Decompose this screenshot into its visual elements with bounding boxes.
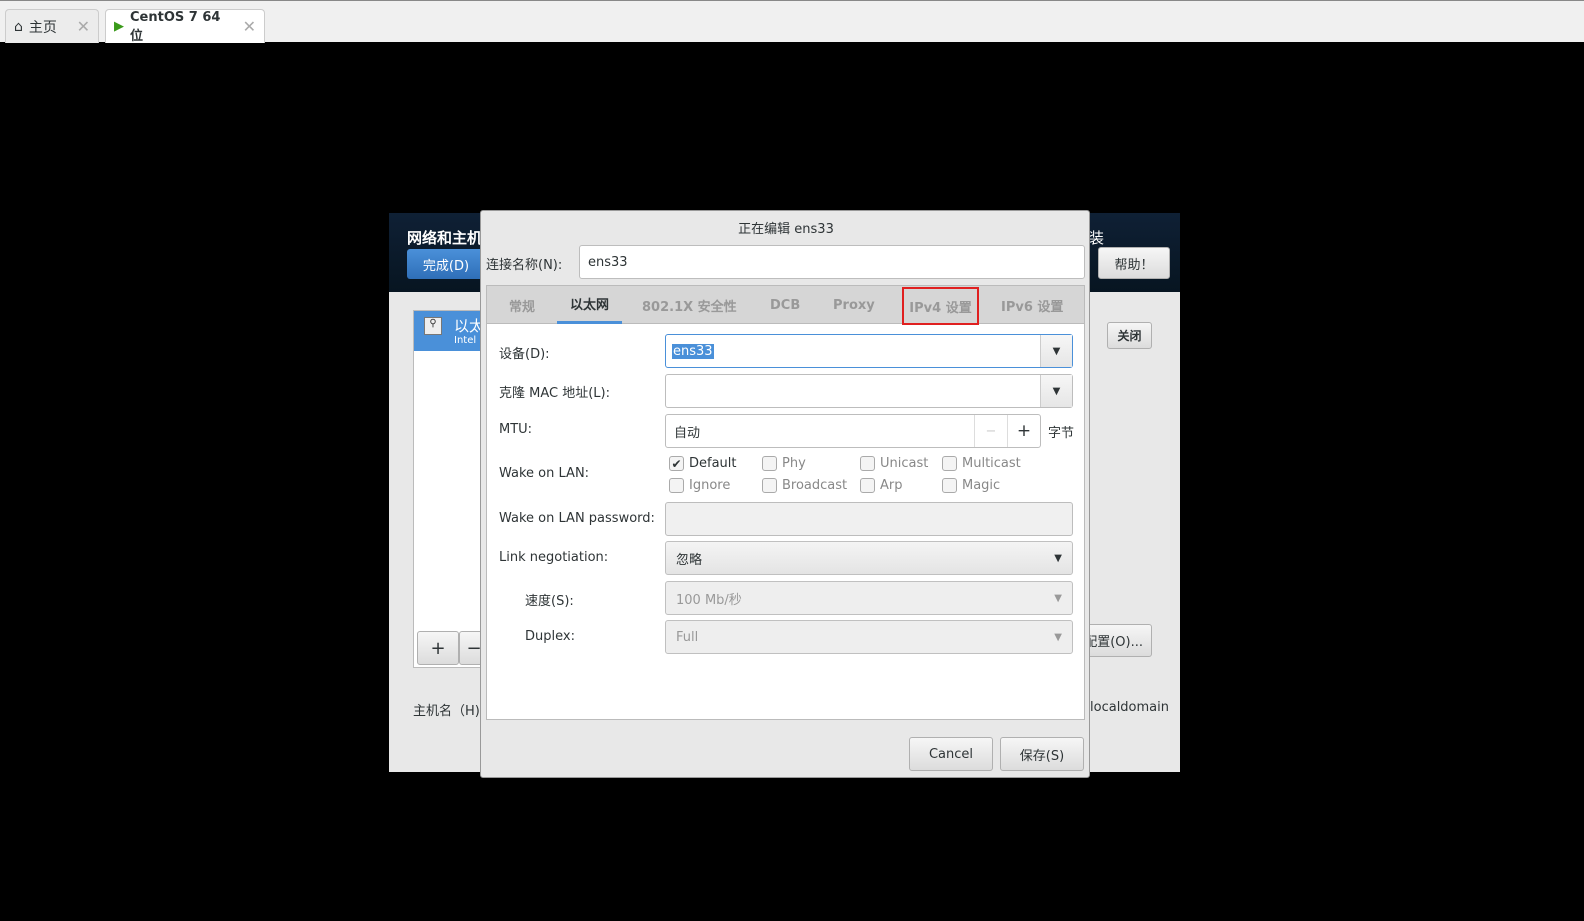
speed-dropdown[interactable]: 100 Mb/秒 ▼ bbox=[665, 581, 1073, 615]
close-icon[interactable]: ✕ bbox=[77, 17, 90, 36]
vm-icon: ▶ bbox=[114, 19, 124, 34]
add-device-button[interactable]: + bbox=[417, 631, 459, 665]
device-desc: Intel bbox=[454, 335, 477, 346]
link-negotiation-label: Link negotiation: bbox=[499, 550, 609, 565]
vm-tab-home[interactable]: ⌂ 主页 ✕ bbox=[5, 9, 99, 43]
title-fragment: 装 bbox=[1089, 229, 1105, 247]
checkbox-label: Ignore bbox=[689, 478, 731, 493]
vm-tab-bar: ⌂ 主页 ✕ ▶ CentOS 7 64 位 ✕ bbox=[0, 0, 1584, 44]
wol-label: Wake on LAN: bbox=[499, 466, 590, 481]
tab-general[interactable]: 常规 bbox=[509, 286, 535, 324]
checkbox-icon[interactable] bbox=[762, 478, 777, 493]
duplex-label: Duplex: bbox=[525, 629, 575, 644]
tab-ethernet[interactable]: 以太网 bbox=[557, 286, 622, 324]
connection-name-input[interactable]: ens33 bbox=[579, 245, 1085, 279]
wol-checkbox[interactable]: Broadcast bbox=[762, 478, 847, 493]
cancel-button[interactable]: Cancel bbox=[909, 737, 993, 771]
checkbox-checked-icon[interactable]: ✔ bbox=[669, 456, 684, 471]
wol-checkbox[interactable]: ✔ Default bbox=[669, 456, 737, 471]
wol-password-label: Wake on LAN password: bbox=[499, 511, 655, 526]
vm-tab-centos[interactable]: ▶ CentOS 7 64 位 ✕ bbox=[105, 9, 265, 44]
done-button[interactable]: 完成(D) bbox=[407, 249, 485, 279]
tab-label: CentOS 7 64 位 bbox=[130, 9, 221, 44]
chevron-down-icon: ▼ bbox=[1054, 552, 1062, 564]
speed-value: 100 Mb/秒 bbox=[676, 592, 742, 608]
device-combo[interactable]: ens33 ▼ bbox=[665, 334, 1073, 368]
save-button[interactable]: 保存(S) bbox=[1000, 737, 1084, 771]
duplex-dropdown[interactable]: Full ▼ bbox=[665, 620, 1073, 654]
checkbox-label: Arp bbox=[880, 478, 903, 493]
link-negotiation-value: 忽略 bbox=[676, 552, 703, 568]
device-label: 设备(D): bbox=[499, 347, 550, 362]
edit-connection-dialog: 正在编辑 ens33 连接名称(N): ens33 常规 以太网 802.1X … bbox=[480, 210, 1090, 778]
chevron-down-icon[interactable]: ▼ bbox=[1040, 335, 1072, 367]
link-negotiation-dropdown[interactable]: 忽略 ▼ bbox=[665, 541, 1073, 575]
tab-proxy[interactable]: Proxy bbox=[833, 286, 875, 324]
wol-checkbox[interactable]: Multicast bbox=[942, 456, 1021, 471]
connection-name-label: 连接名称(N): bbox=[486, 258, 563, 273]
checkbox-icon[interactable] bbox=[860, 456, 875, 471]
off-toggle[interactable]: 关闭 bbox=[1107, 322, 1152, 349]
checkbox-label: Broadcast bbox=[782, 478, 848, 493]
mtu-unit: 字节 bbox=[1048, 426, 1075, 441]
chevron-down-icon: ▼ bbox=[1054, 631, 1062, 643]
home-icon: ⌂ bbox=[14, 18, 23, 35]
checkbox-label: Default bbox=[689, 456, 737, 471]
tab-8021x-security[interactable]: 802.1X 安全性 bbox=[642, 286, 737, 324]
mtu-decrement-button[interactable]: − bbox=[974, 415, 1007, 447]
device-input[interactable]: ens33 bbox=[672, 343, 714, 359]
checkbox-icon[interactable] bbox=[860, 478, 875, 493]
checkbox-icon[interactable] bbox=[942, 478, 957, 493]
chevron-down-icon: ▼ bbox=[1054, 592, 1062, 604]
mtu-input[interactable]: 自动 bbox=[674, 422, 700, 441]
wol-checkbox[interactable]: Unicast bbox=[860, 456, 928, 471]
close-icon[interactable]: ✕ bbox=[243, 17, 256, 36]
tab-dcb[interactable]: DCB bbox=[770, 286, 800, 324]
mac-label: 克隆 MAC 地址(L): bbox=[499, 386, 610, 401]
tab-label: 主页 bbox=[28, 19, 57, 36]
ethernet-icon: ⚲ bbox=[424, 317, 442, 335]
wol-checkbox[interactable]: Arp bbox=[860, 478, 903, 493]
hostname-label: 主机名（H) bbox=[413, 704, 480, 719]
wol-checkbox[interactable]: Phy bbox=[762, 456, 806, 471]
wol-checkbox[interactable]: Ignore bbox=[669, 478, 730, 493]
checkbox-icon[interactable] bbox=[762, 456, 777, 471]
wol-checkbox[interactable]: Magic bbox=[942, 478, 1000, 493]
tab-strip: 常规 以太网 802.1X 安全性 DCB Proxy IPv4 设置 IPv6… bbox=[487, 286, 1084, 325]
dialog-title: 正在编辑 ens33 bbox=[738, 222, 834, 237]
mac-combo[interactable]: ▼ bbox=[665, 374, 1073, 408]
tab-ipv4-settings[interactable]: IPv4 设置 bbox=[902, 287, 979, 325]
mtu-label: MTU: bbox=[499, 422, 533, 437]
checkbox-icon[interactable] bbox=[669, 478, 684, 493]
hostname-value: t.localdomain bbox=[1080, 700, 1169, 715]
tab-ipv6-settings[interactable]: IPv6 设置 bbox=[1001, 286, 1063, 324]
help-button[interactable]: 帮助！ bbox=[1098, 247, 1170, 279]
duplex-value: Full bbox=[676, 629, 699, 645]
checkbox-label: Multicast bbox=[962, 456, 1021, 471]
speed-label: 速度(S): bbox=[525, 594, 574, 609]
checkbox-label: Magic bbox=[962, 478, 1001, 493]
checkbox-icon[interactable] bbox=[942, 456, 957, 471]
chevron-down-icon[interactable]: ▼ bbox=[1040, 375, 1072, 407]
checkbox-label: Phy bbox=[782, 456, 806, 471]
tab-notebook: 常规 以太网 802.1X 安全性 DCB Proxy IPv4 设置 IPv6… bbox=[486, 285, 1085, 720]
mtu-increment-button[interactable]: + bbox=[1007, 415, 1040, 447]
mtu-spinner[interactable]: 自动 − + bbox=[665, 414, 1041, 448]
page-title: 网络和主机 bbox=[407, 229, 483, 247]
checkbox-label: Unicast bbox=[880, 456, 929, 471]
wol-password-input[interactable] bbox=[665, 502, 1073, 536]
